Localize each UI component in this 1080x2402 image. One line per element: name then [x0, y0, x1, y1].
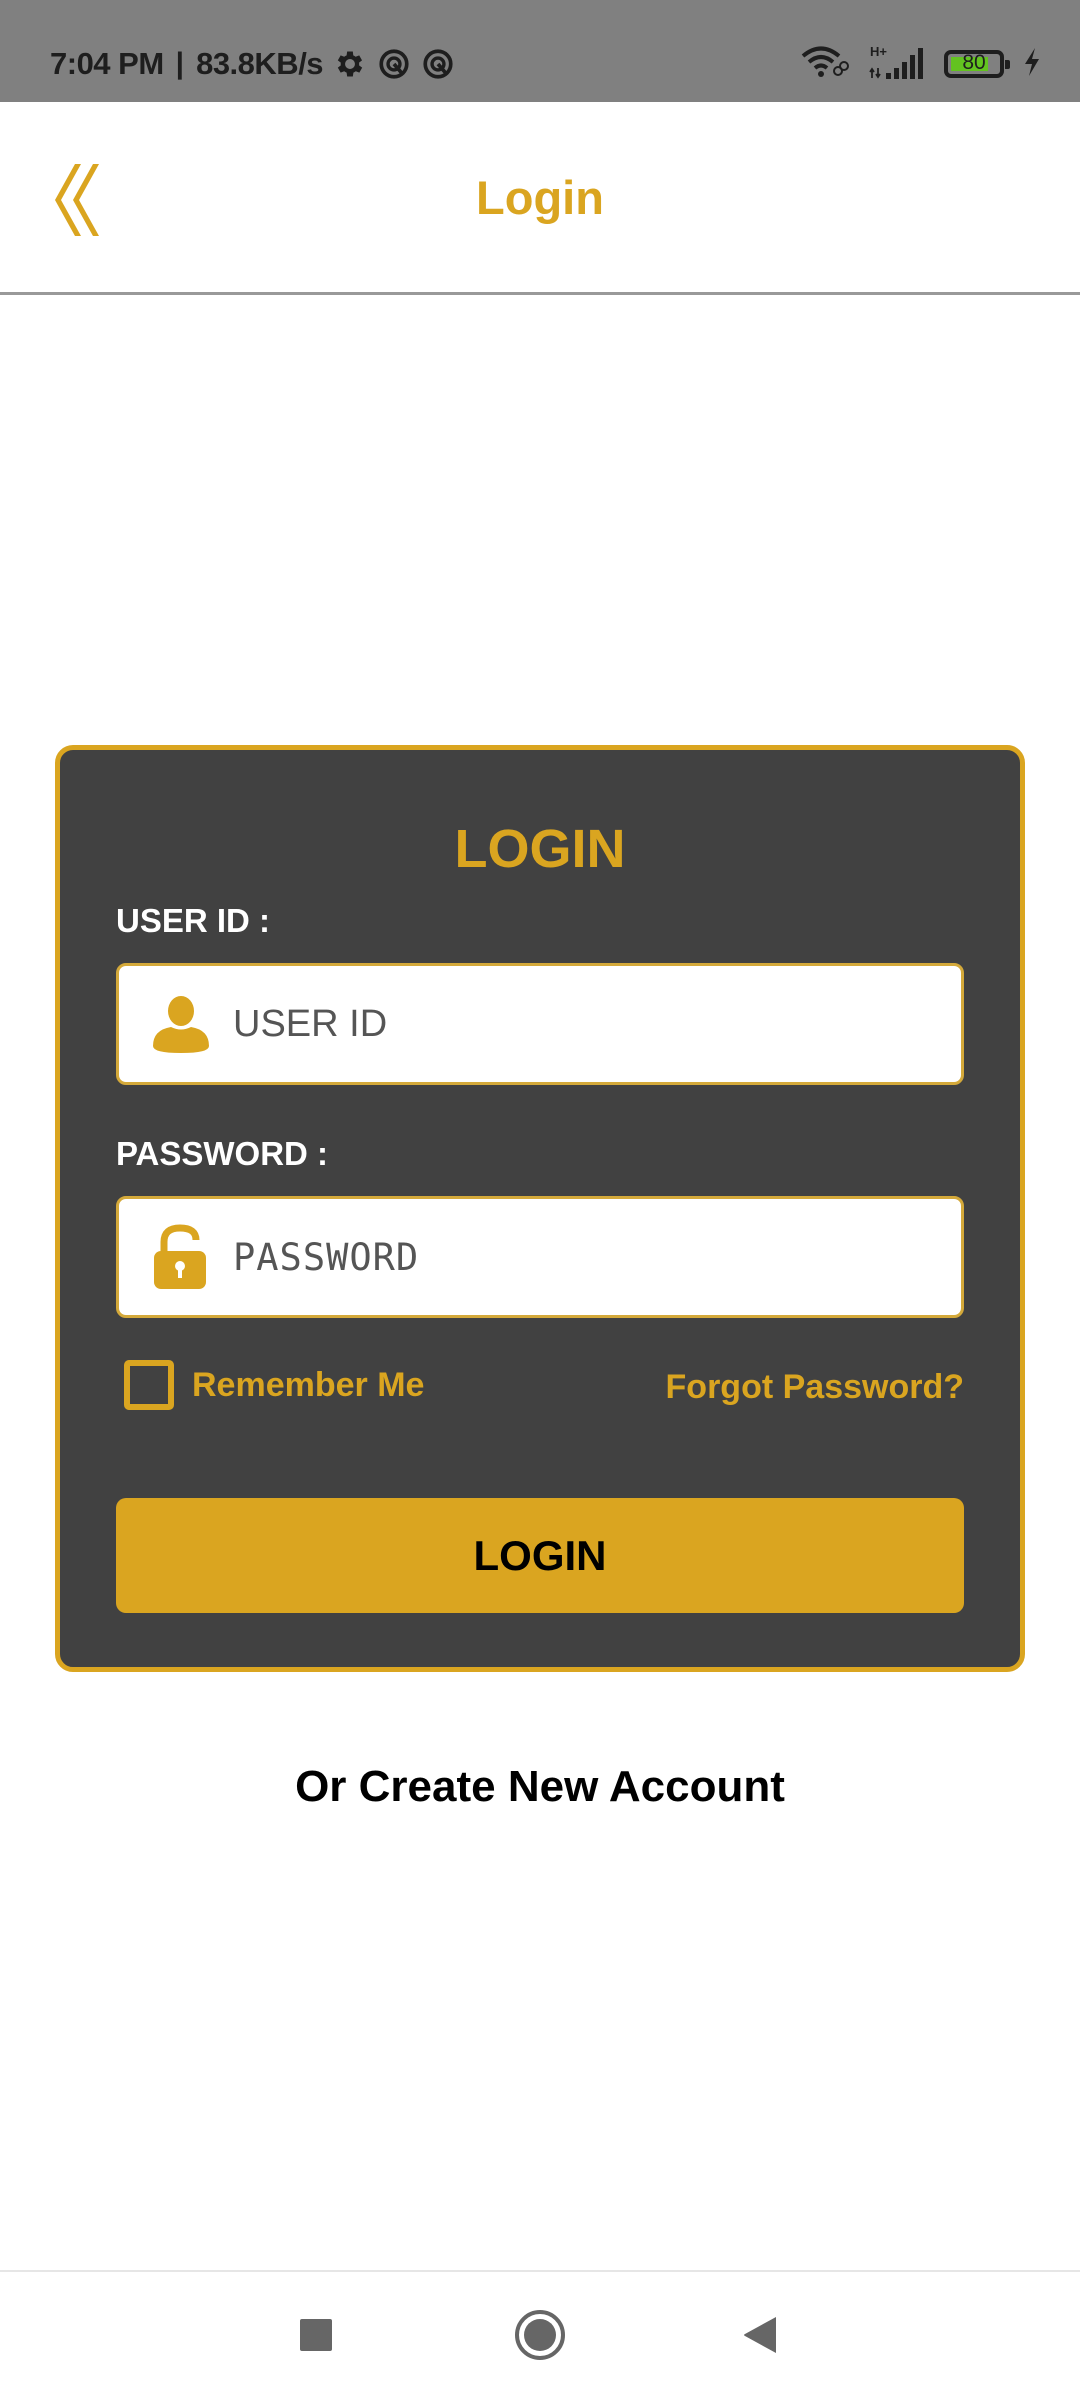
remember-me-toggle[interactable]: Remember Me	[124, 1360, 424, 1410]
user-id-label: USER ID :	[116, 902, 271, 939]
user-id-field[interactable]	[116, 963, 964, 1085]
login-card-title: LOGIN	[454, 819, 626, 879]
user-id-input[interactable]	[231, 965, 961, 1083]
system-nav-bar	[0, 2270, 1080, 2402]
login-card: LOGIN USER ID : PASSWORD : Remember Me F…	[55, 745, 1025, 1672]
battery-cap	[1005, 60, 1010, 69]
circle-home-icon	[514, 2309, 566, 2366]
notification-app-icon	[421, 47, 455, 81]
password-input[interactable]	[231, 1198, 961, 1316]
nav-back-button[interactable]	[700, 2272, 820, 2402]
login-button[interactable]: LOGIN	[116, 1498, 964, 1613]
status-separator: |	[175, 47, 185, 80]
battery-level-text: 80	[962, 51, 986, 74]
status-bar-right: H+ 80	[800, 42, 1042, 86]
unlock-icon	[145, 1221, 217, 1293]
battery-icon: 80	[944, 50, 1010, 78]
status-bar-left: 7:04 PM | 83.8KB/s	[50, 42, 455, 86]
app-header: Login	[0, 102, 1080, 292]
gear-icon	[333, 47, 367, 81]
forgot-password-link[interactable]: Forgot Password?	[666, 1368, 964, 1407]
password-label: PASSWORD :	[116, 1135, 329, 1172]
status-bar: 7:04 PM | 83.8KB/s H+ 80	[0, 0, 1080, 102]
cellular-signal-icon: H+	[868, 42, 926, 87]
user-icon	[145, 988, 217, 1060]
remember-me-checkbox[interactable]	[124, 1360, 174, 1410]
create-account-link[interactable]: Or Create New Account	[0, 1762, 1080, 1812]
charging-bolt-icon	[1022, 47, 1042, 82]
wifi-icon	[800, 45, 850, 84]
network-type-label: H+	[870, 44, 887, 59]
notification-app-icon	[377, 47, 411, 81]
network-speed: 83.8KB/s	[196, 46, 324, 81]
square-icon	[299, 2318, 333, 2357]
page-title: Login	[476, 171, 604, 224]
triangle-back-icon	[742, 2315, 778, 2360]
home-button[interactable]	[480, 2272, 600, 2402]
password-field[interactable]	[116, 1196, 964, 1318]
remember-me-label: Remember Me	[192, 1365, 425, 1404]
recents-button[interactable]	[256, 2272, 376, 2402]
header-divider	[0, 292, 1080, 295]
status-time: 7:04 PM	[50, 46, 164, 81]
